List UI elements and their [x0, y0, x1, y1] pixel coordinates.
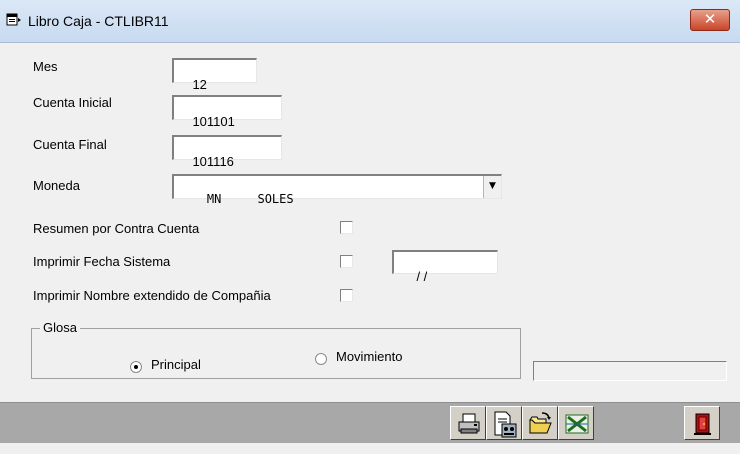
cuenta-inicial-field[interactable]: 101101 [172, 95, 282, 129]
radio-movimiento-label[interactable]: Movimiento [336, 349, 402, 364]
print-button[interactable] [450, 406, 486, 440]
resumen-label: Resumen por Contra Cuenta [33, 221, 200, 236]
cuenta-final-value: 101116 [192, 154, 234, 169]
window-title: Libro Caja - CTLIBR11 [28, 13, 169, 29]
glosa-group [31, 328, 521, 379]
preview-button[interactable] [486, 406, 522, 440]
preview-icon [494, 411, 517, 438]
radio-selected-dot [134, 365, 138, 369]
title-bar: Libro Caja - CTLIBR11 ✕ [0, 0, 740, 43]
chevron-down-icon[interactable]: ▼ [483, 176, 501, 198]
libro-caja-window: Libro Caja - CTLIBR11 ✕ Mes 12 Cuenta In… [0, 0, 740, 454]
close-button[interactable]: ✕ [690, 9, 730, 31]
fecha-sistema-checkbox[interactable] [340, 255, 353, 268]
open-folder-icon [529, 412, 552, 434]
cuenta-final-label: Cuenta Final [33, 137, 107, 152]
cuenta-final-field[interactable]: 101116 [172, 135, 282, 169]
nombre-extendido-checkbox[interactable] [340, 289, 353, 302]
radio-principal-label[interactable]: Principal [151, 357, 201, 372]
fecha-sistema-date-field[interactable]: / / [392, 250, 498, 284]
radio-principal[interactable] [130, 361, 142, 373]
moneda-select[interactable]: MN SOLES ▼ [172, 174, 502, 206]
mes-value: 12 [192, 77, 207, 92]
print-icon [458, 413, 480, 434]
cuenta-inicial-label: Cuenta Inicial [33, 95, 112, 110]
exit-button[interactable] [684, 406, 720, 440]
excel-button[interactable] [558, 406, 594, 440]
bottom-toolbar [0, 402, 740, 443]
resumen-checkbox[interactable] [340, 221, 353, 234]
moneda-value: MN SOLES [206, 192, 294, 206]
cuenta-inicial-value: 101101 [192, 114, 235, 129]
nombre-extendido-label: Imprimir Nombre extendido de Compañia [33, 288, 271, 303]
status-field [533, 361, 727, 381]
open-button[interactable] [522, 406, 558, 440]
fecha-sistema-label: Imprimir Fecha Sistema [33, 254, 171, 269]
excel-icon [565, 414, 589, 434]
radio-movimiento[interactable] [315, 353, 327, 365]
app-window-icon [6, 13, 21, 26]
exit-door-icon [694, 413, 711, 435]
mes-field[interactable]: 12 [172, 58, 257, 92]
moneda-label: Moneda [33, 178, 80, 193]
fecha-sistema-date-value: / / [416, 269, 428, 284]
glosa-legend: Glosa [40, 320, 80, 335]
mes-label: Mes [33, 59, 58, 74]
